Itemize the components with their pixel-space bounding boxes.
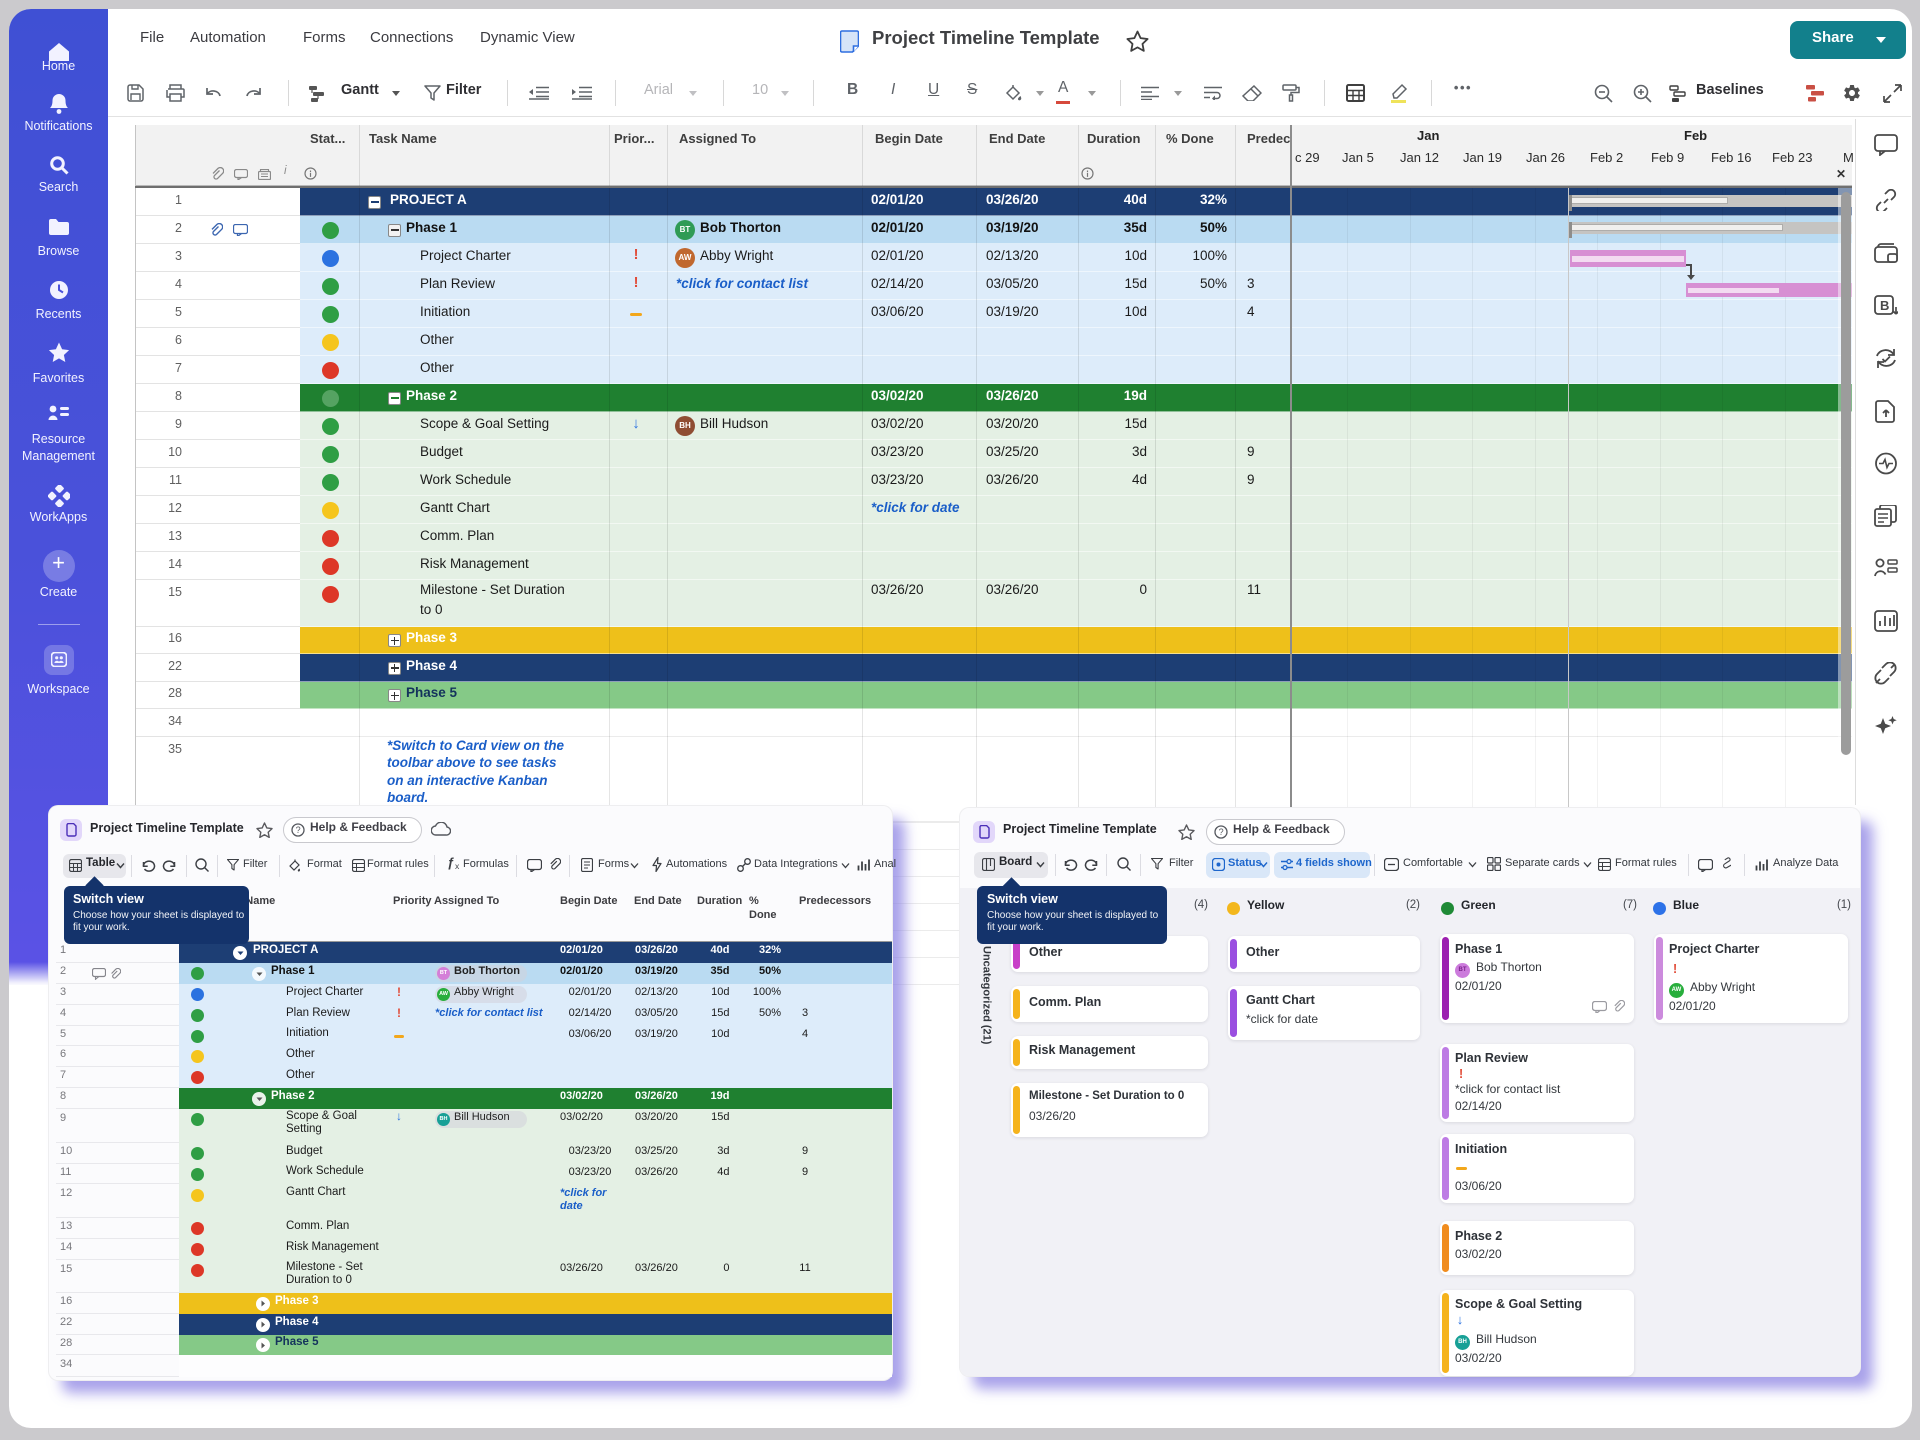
svg-text:?: ? <box>296 825 301 835</box>
svg-text:B: B <box>1880 298 1889 313</box>
svg-text:?: ? <box>1219 827 1224 837</box>
